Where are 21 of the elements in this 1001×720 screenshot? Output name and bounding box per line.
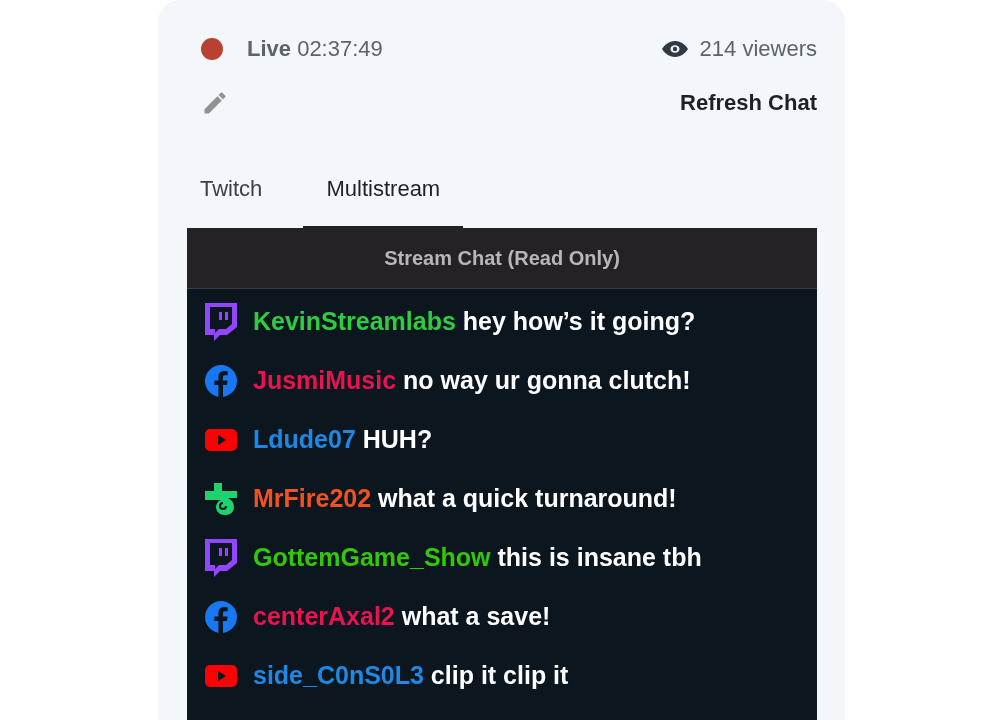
twitch-icon — [205, 302, 237, 341]
facebook-icon — [205, 600, 237, 633]
chat-message: KevinStreamlabs hey how’s it going? — [253, 307, 696, 336]
chat-message: side_C0nS0L3 clip it clip it — [253, 661, 569, 690]
chat-message: GottemGame_Show this is insane tbh — [253, 543, 702, 572]
chat-message: MrFire202 what a quick turnaround! — [253, 484, 677, 513]
chat-message: JusmiMusic no way ur gonna clutch! — [253, 366, 691, 395]
live-indicator-icon — [201, 38, 223, 60]
youtube-icon — [205, 664, 237, 687]
live-timer: Live 02:37:49 — [247, 36, 383, 62]
chat-message: Ldude07 HUH? — [253, 425, 433, 454]
youtube-icon — [205, 428, 237, 451]
facebook-icon — [205, 364, 237, 397]
eye-icon — [661, 41, 688, 57]
chameleon-icon — [205, 482, 237, 515]
chat-header: Stream Chat (Read Only) — [187, 228, 817, 289]
chat-message: centerAxal2 what a save! — [253, 602, 551, 631]
tab[interactable]: Twitch — [187, 158, 276, 228]
twitch-icon — [205, 538, 237, 577]
refresh-chat-button[interactable]: Refresh Chat — [680, 90, 817, 116]
viewer-count: 214 viewers — [699, 36, 817, 62]
